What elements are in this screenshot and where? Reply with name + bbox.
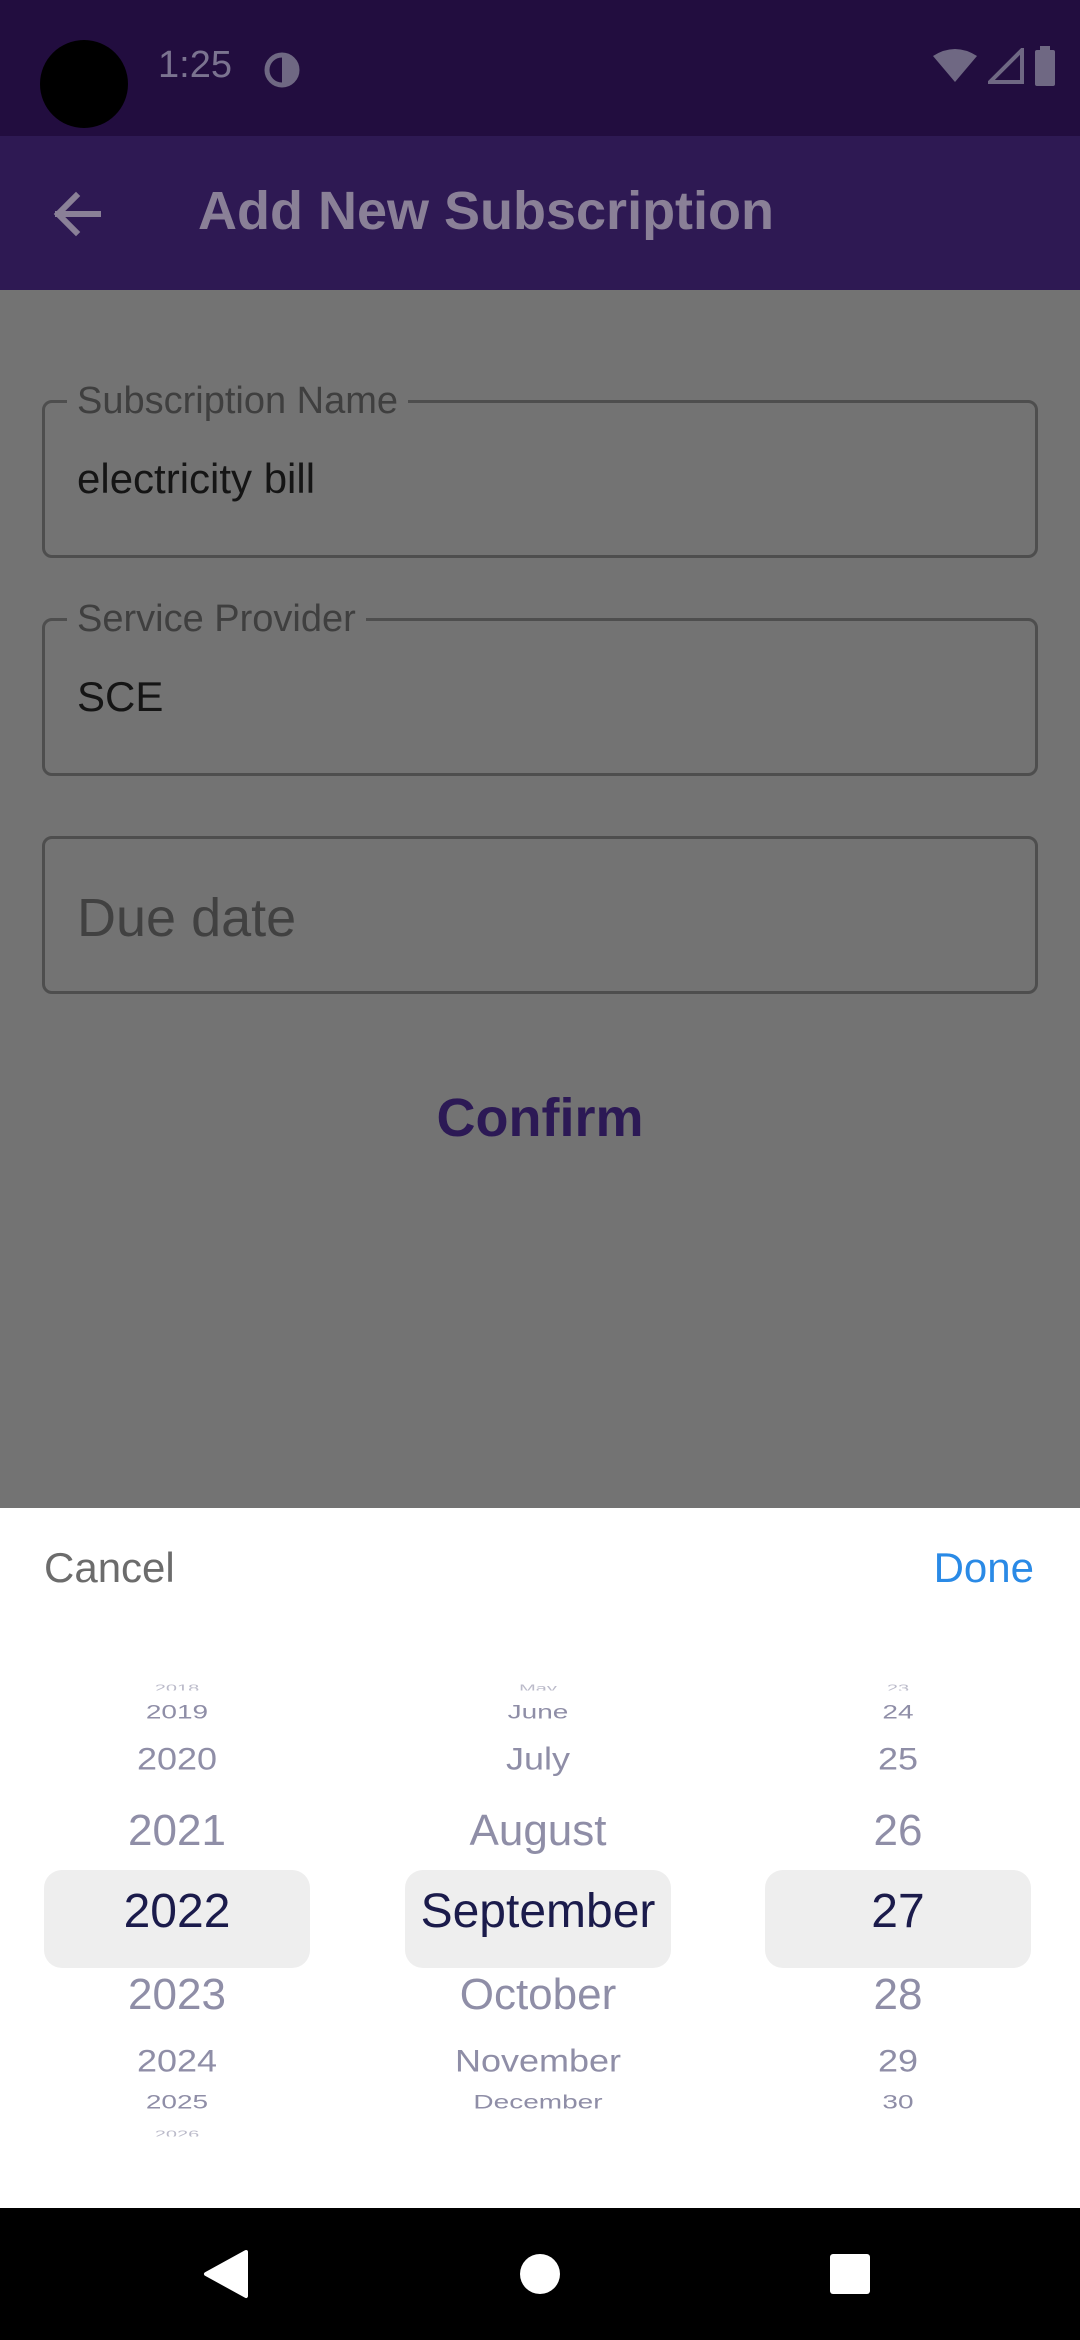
- form-body: Subscription Name electricity bill Servi…: [0, 290, 1080, 1508]
- day-item[interactable]: 25: [765, 1741, 1031, 1778]
- month-item-selected[interactable]: September: [405, 1884, 671, 1939]
- day-item[interactable]: 30: [765, 2091, 1031, 2113]
- cancel-button[interactable]: Cancel: [44, 1544, 175, 1592]
- due-date-field[interactable]: Due date: [42, 836, 1038, 994]
- day-wheel[interactable]: 23 24 25 26 27 28 29 30: [765, 1684, 1035, 2148]
- month-item[interactable]: August: [405, 1806, 671, 1856]
- service-provider-field[interactable]: Service Provider SCE: [42, 597, 1038, 776]
- month-item[interactable]: June: [405, 1701, 671, 1723]
- page-title: Add New Subscription: [198, 181, 775, 241]
- day-item[interactable]: 29: [765, 2043, 1031, 2080]
- square-recents-icon: [830, 2254, 870, 2294]
- subscription-name-field[interactable]: Subscription Name electricity bill: [42, 379, 1038, 558]
- due-date-placeholder: Due date: [77, 888, 297, 948]
- year-item[interactable]: 2026: [44, 2130, 310, 2137]
- month-item[interactable]: May: [405, 1684, 671, 1691]
- done-button[interactable]: Done: [934, 1544, 1034, 1592]
- month-wheel[interactable]: May June July August September October N…: [405, 1684, 675, 2148]
- battery-icon: [1035, 46, 1055, 86]
- camera-cutout: [40, 40, 128, 128]
- status-icons: [932, 46, 1056, 86]
- subscription-name-value: electricity bill: [77, 455, 316, 502]
- app-bar: Add New Subscription: [0, 136, 1080, 290]
- signal-icon: [988, 48, 1024, 84]
- triangle-back-icon: [204, 2250, 248, 2298]
- day-item-selected[interactable]: 27: [765, 1884, 1031, 1939]
- day-item[interactable]: 23: [765, 1684, 1031, 1691]
- month-item[interactable]: October: [405, 1970, 671, 2020]
- date-picker-sheet: Cancel Done 2018 2019 2020 2021 2022 202…: [0, 1508, 1080, 2208]
- wifi-icon: [933, 49, 977, 82]
- year-item[interactable]: 2023: [44, 1970, 310, 2020]
- nav-back-button[interactable]: [190, 2238, 262, 2310]
- arrow-left-icon: [53, 191, 101, 237]
- year-item[interactable]: 2024: [44, 2043, 310, 2080]
- year-item-selected[interactable]: 2022: [44, 1884, 310, 1939]
- nav-home-button[interactable]: [504, 2238, 576, 2310]
- year-item[interactable]: 2019: [44, 1701, 310, 1723]
- service-provider-value: SCE: [77, 673, 164, 720]
- year-item[interactable]: 2025: [44, 2091, 310, 2113]
- status-time: 1:25: [158, 44, 232, 86]
- screen: 1:25 Add New Subscription Subscription N…: [0, 0, 1080, 2340]
- day-item[interactable]: 24: [765, 1701, 1031, 1723]
- circle-home-icon: [520, 2254, 560, 2294]
- status-bar: 1:25: [0, 0, 1080, 136]
- back-button[interactable]: [40, 178, 112, 250]
- year-item[interactable]: 2020: [44, 1741, 310, 1778]
- data-saver-icon: [264, 52, 300, 88]
- subscription-name-label: Subscription Name: [67, 379, 409, 423]
- year-item[interactable]: 2021: [44, 1806, 310, 1856]
- service-provider-label: Service Provider: [67, 597, 366, 641]
- nav-recents-button[interactable]: [814, 2238, 886, 2310]
- day-item[interactable]: 26: [765, 1806, 1031, 1856]
- date-picker: 2018 2019 2020 2021 2022 2023 2024 2025 …: [0, 1684, 1080, 2148]
- confirm-button[interactable]: Confirm: [340, 1068, 740, 1168]
- month-item[interactable]: December: [405, 2091, 671, 2113]
- month-item[interactable]: November: [405, 2043, 671, 2080]
- year-wheel[interactable]: 2018 2019 2020 2021 2022 2023 2024 2025 …: [44, 1684, 314, 2148]
- year-item[interactable]: 2018: [44, 1684, 310, 1691]
- navigation-bar: [0, 2208, 1080, 2340]
- month-item[interactable]: July: [405, 1741, 671, 1778]
- day-item[interactable]: 28: [765, 1970, 1031, 2020]
